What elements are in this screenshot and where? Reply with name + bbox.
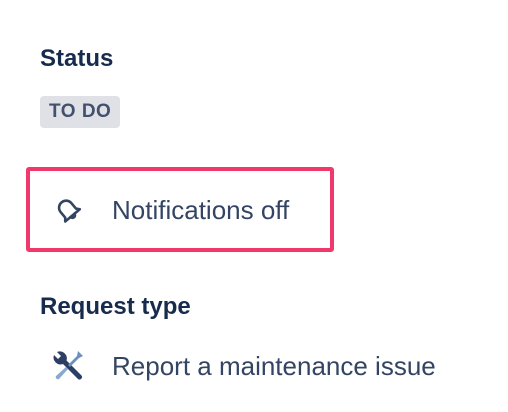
request-type-value: Report a maintenance issue — [112, 350, 436, 381]
notifications-toggle[interactable]: Notifications off — [46, 188, 289, 232]
tools-icon — [46, 344, 90, 388]
status-heading: Status — [40, 45, 114, 72]
status-lozenge[interactable]: TO DO — [40, 96, 121, 128]
request-type-row: Report a maintenance issue — [46, 342, 436, 390]
request-type-heading: Request type — [40, 293, 191, 320]
notifications-label: Notifications off — [112, 194, 290, 225]
bell-off-icon — [46, 188, 90, 232]
